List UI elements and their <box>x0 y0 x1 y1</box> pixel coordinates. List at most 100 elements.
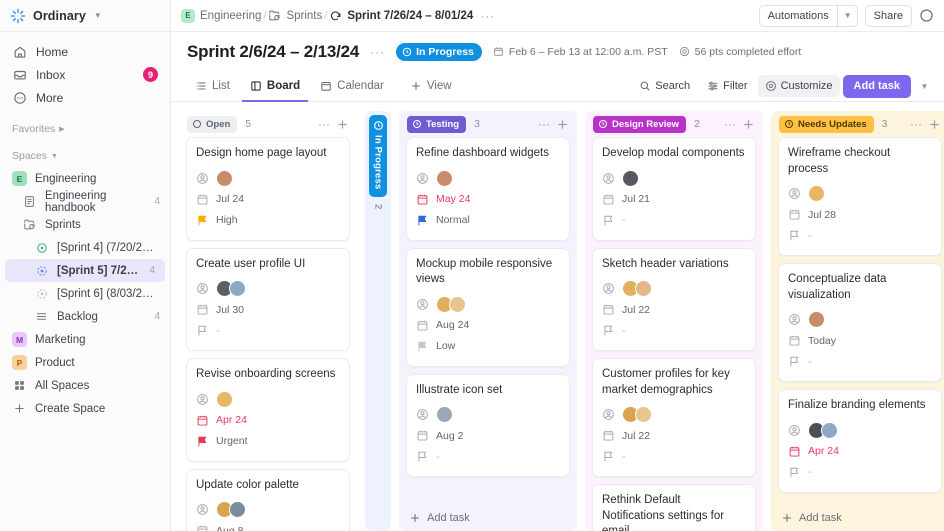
automations-split-button[interactable]: Automations ▼ <box>758 4 858 27</box>
task-priority-row[interactable]: - <box>788 351 932 372</box>
sidebar-item-more[interactable]: More <box>0 86 170 109</box>
task-priority-row[interactable]: - <box>196 320 340 341</box>
task-card[interactable]: Refine dashboard widgets May 24 Normal <box>406 137 570 241</box>
automations-button[interactable]: Automations <box>758 4 837 27</box>
task-priority-row[interactable]: - <box>602 320 746 341</box>
task-due-date-row[interactable]: Aug 24 <box>416 315 560 336</box>
task-due-date-row[interactable]: Jul 21 <box>602 189 746 210</box>
task-priority-row[interactable]: - <box>788 462 932 483</box>
avatar-group[interactable] <box>216 390 233 408</box>
task-due-date-row[interactable]: Jul 24 <box>196 189 340 210</box>
task-assignee-row[interactable] <box>602 278 746 299</box>
tab-calendar[interactable]: Calendar <box>312 72 392 102</box>
task-assignee-row[interactable] <box>788 183 932 204</box>
filter-button[interactable]: Filter <box>700 75 754 97</box>
column-status-badge[interactable]: Design Review <box>593 115 687 133</box>
column-overflow-menu[interactable]: ··· <box>910 118 922 130</box>
sidebar-item-sprints[interactable]: Sprints <box>0 213 170 236</box>
effort-summary[interactable]: 56 pts completed effort <box>679 46 801 58</box>
task-assignee-row[interactable] <box>196 389 340 410</box>
avatar-group[interactable] <box>436 295 466 313</box>
add-view-button[interactable]: View <box>402 72 460 102</box>
task-due-date-row[interactable]: Jul 28 <box>788 204 932 225</box>
sidebar-item-sprint-5[interactable]: [Sprint 5] 7/26/24... 4 <box>5 259 165 282</box>
task-card[interactable]: Rethink Default Notifications settings f… <box>592 484 756 531</box>
favorites-section-header[interactable]: Favorites ▶ <box>0 118 170 140</box>
task-card[interactable]: Finalize branding elements Apr 24 - <box>778 389 942 493</box>
avatar-group[interactable] <box>808 421 838 439</box>
task-card[interactable]: Illustrate icon set Aug 2 - <box>406 373 570 478</box>
title-overflow-menu[interactable]: ··· <box>370 45 385 59</box>
avatar-group[interactable] <box>436 406 453 424</box>
avatar-group[interactable] <box>216 501 246 519</box>
task-assignee-row[interactable] <box>196 278 340 299</box>
column-add-task-button[interactable]: Add task <box>778 505 942 531</box>
sidebar-item-create-space[interactable]: Create Space <box>0 397 170 420</box>
breadcrumb-overflow-menu[interactable]: ··· <box>480 9 495 23</box>
task-due-date-row[interactable]: May 24 <box>416 189 560 210</box>
avatar-group[interactable] <box>216 280 246 298</box>
task-due-date-row[interactable]: Jul 22 <box>602 299 746 320</box>
column-add-task-icon[interactable] <box>556 118 569 131</box>
task-due-date-row[interactable]: Apr 24 <box>196 410 340 431</box>
task-assignee-row[interactable] <box>602 168 746 189</box>
task-card[interactable]: Sketch header variations Jul 22 - <box>592 247 756 352</box>
task-card[interactable]: Mockup mobile responsive views Aug 24 Lo… <box>406 247 570 367</box>
add-task-dropdown-toggle[interactable]: ▼ <box>914 75 934 98</box>
task-assignee-row[interactable] <box>196 168 340 189</box>
sidebar-item-product[interactable]: P Product <box>0 351 170 374</box>
task-due-date-row[interactable]: Jul 30 <box>196 299 340 320</box>
task-card[interactable]: Develop modal components Jul 21 - <box>592 137 756 241</box>
sidebar-item-marketing[interactable]: M Marketing <box>0 328 170 351</box>
task-priority-row[interactable]: Low <box>416 336 560 357</box>
avatar-group[interactable] <box>216 169 233 187</box>
tab-list[interactable]: List <box>187 72 238 102</box>
column-status-badge[interactable]: In Progress <box>369 115 387 198</box>
breadcrumb-item-engineering[interactable]: E Engineering <box>181 8 261 23</box>
task-due-date-row[interactable]: Apr 24 <box>788 441 932 462</box>
task-assignee-row[interactable] <box>788 309 932 330</box>
status-badge[interactable]: In Progress <box>396 42 482 61</box>
add-task-button[interactable]: Add task <box>842 74 911 98</box>
task-assignee-row[interactable] <box>788 420 932 441</box>
sidebar-item-backlog[interactable]: Backlog 4 <box>0 305 170 328</box>
column-status-badge[interactable]: Needs Updates <box>779 115 874 133</box>
task-due-date-row[interactable]: Jul 22 <box>602 425 746 446</box>
task-priority-row[interactable]: High <box>196 210 340 231</box>
help-circle-icon[interactable] <box>919 8 934 23</box>
sidebar-item-engineering[interactable]: E Engineering <box>0 167 170 190</box>
avatar-group[interactable] <box>622 169 639 187</box>
task-priority-row[interactable]: - <box>788 225 932 246</box>
task-card[interactable]: Design home page layout Jul 24 High <box>186 137 350 241</box>
task-priority-row[interactable]: - <box>602 210 746 231</box>
automations-dropdown-toggle[interactable]: ▼ <box>836 4 858 27</box>
task-assignee-row[interactable] <box>196 499 340 520</box>
tab-board[interactable]: Board <box>241 72 309 102</box>
sidebar-item-inbox[interactable]: Inbox 9 <box>0 63 170 86</box>
share-button[interactable]: Share <box>864 4 912 27</box>
task-card[interactable]: Conceptualize data visualization Today - <box>778 263 942 383</box>
column-status-badge[interactable]: Testing <box>407 115 467 133</box>
task-priority-row[interactable]: Normal <box>416 210 560 231</box>
sidebar-item-home[interactable]: Home <box>0 40 170 63</box>
breadcrumb-item-sprints[interactable]: Sprints <box>268 9 322 22</box>
column-add-task-button[interactable]: Add task <box>406 505 570 531</box>
task-assignee-row[interactable] <box>416 168 560 189</box>
sidebar-item-sprint-6[interactable]: [Sprint 6] (8/03/24 – 8/... <box>0 282 170 305</box>
task-due-date-row[interactable]: Aug 8 <box>196 520 340 531</box>
avatar-group[interactable] <box>808 185 825 203</box>
task-priority-row[interactable]: - <box>602 446 746 467</box>
spaces-section-header[interactable]: Spaces ▼ <box>0 145 170 167</box>
avatar-group[interactable] <box>622 406 652 424</box>
task-assignee-row[interactable] <box>416 404 560 425</box>
task-assignee-row[interactable] <box>416 294 560 315</box>
column-overflow-menu[interactable]: ··· <box>724 118 736 130</box>
task-due-date-row[interactable]: Today <box>788 330 932 351</box>
date-range[interactable]: Feb 6 – Feb 13 at 12:00 a.m. PST <box>493 46 668 58</box>
avatar-group[interactable] <box>808 311 825 329</box>
column-add-task-icon[interactable] <box>336 118 349 131</box>
task-card[interactable]: Create user profile UI Jul 30 - <box>186 247 350 352</box>
column-add-task-icon[interactable] <box>928 118 941 131</box>
task-card[interactable]: Customer profiles for key market demogra… <box>592 358 756 478</box>
search-button[interactable]: Search <box>632 75 697 97</box>
